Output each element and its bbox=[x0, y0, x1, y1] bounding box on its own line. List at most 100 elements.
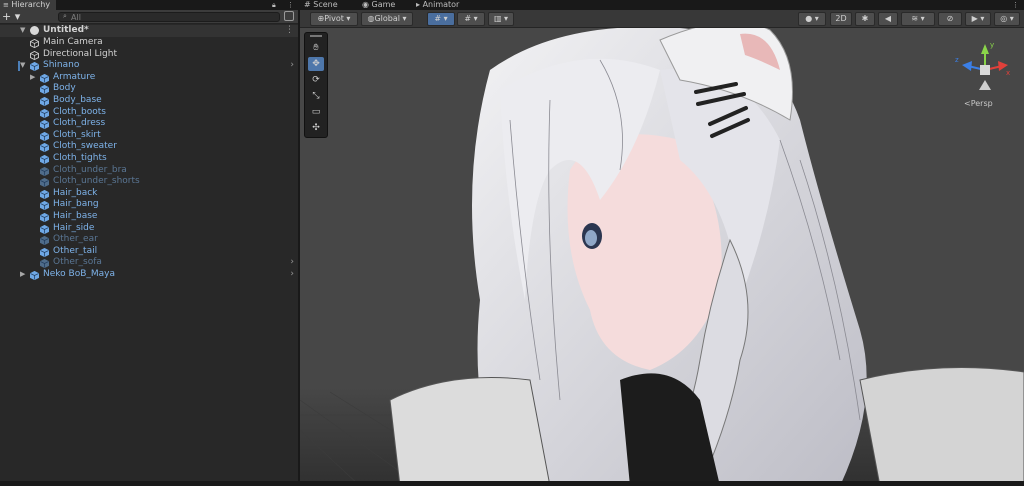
hierarchy-row[interactable]: ▶ Armature bbox=[0, 72, 298, 84]
scene-tab-bar: # Scene ◉ Game ▸ Animator ⋮ bbox=[300, 0, 1024, 10]
lightbulb-icon: ✱ bbox=[861, 14, 869, 23]
snap-increment-button[interactable]: # ▾ bbox=[457, 12, 485, 26]
eye-slash-icon: ⊘ bbox=[946, 14, 954, 23]
hierarchy-item-label: Hair_bang bbox=[53, 199, 99, 210]
hierarchy-row[interactable]: Hair_side bbox=[0, 223, 298, 235]
hierarchy-row[interactable]: ▶ Neko BoB_Maya › bbox=[0, 269, 298, 281]
gizmos-dropdown[interactable]: ◎ ▾ bbox=[994, 12, 1020, 26]
shaded-sphere-icon: ● bbox=[805, 14, 813, 23]
hierarchy-row[interactable]: ▼ Shinano › bbox=[0, 60, 298, 72]
hierarchy-item-label: Cloth_skirt bbox=[53, 129, 101, 140]
gizmo-y-cone[interactable] bbox=[981, 44, 989, 54]
grid-plane-icon: ▥ bbox=[493, 14, 502, 23]
hierarchy-row[interactable]: Cloth_tights bbox=[0, 153, 298, 165]
tab-scene[interactable]: # Scene bbox=[300, 0, 354, 10]
scale-tool-icon[interactable]: ⤡ bbox=[308, 89, 324, 103]
audio-toggle[interactable]: ◀ bbox=[878, 12, 898, 26]
hierarchy-row[interactable]: Other_sofa › bbox=[0, 257, 298, 269]
prefab-icon bbox=[40, 213, 49, 222]
hierarchy-search[interactable]: ⌕ bbox=[58, 12, 280, 22]
pivot-dropdown[interactable]: ⊕Pivot ▾ bbox=[310, 12, 358, 26]
unity-scene-icon bbox=[30, 26, 39, 35]
scene-toolbar: ⊕Pivot ▾ ◍Global ▾ # ▾ # ▾ ▥ ▾ ● ▾ 2D ✱ … bbox=[300, 10, 1024, 28]
scene-visibility-icon[interactable] bbox=[284, 11, 294, 21]
scene-menu-icon[interactable]: ⋮ bbox=[285, 25, 294, 37]
hierarchy-row[interactable]: Hair_base bbox=[0, 211, 298, 223]
hierarchy-row[interactable]: Cloth_under_shorts bbox=[0, 176, 298, 188]
hierarchy-row[interactable]: Cloth_under_bra bbox=[0, 165, 298, 177]
prefab-icon bbox=[40, 224, 49, 234]
rect-tool-icon[interactable]: ▭ bbox=[308, 105, 324, 119]
scene-view[interactable]: # Scene ◉ Game ▸ Animator ⋮ ⊕Pivot ▾ ◍Gl… bbox=[300, 0, 1024, 486]
rotate-tool-icon[interactable]: ⟳ bbox=[308, 73, 324, 87]
lighting-toggle[interactable]: ✱ bbox=[855, 12, 875, 26]
hierarchy-row[interactable]: Hair_back bbox=[0, 188, 298, 200]
hierarchy-row[interactable]: Directional Light bbox=[0, 49, 298, 61]
effects-dropdown[interactable]: ≋ ▾ bbox=[901, 12, 935, 26]
tab-hierarchy[interactable]: ≡ Hierarchy bbox=[0, 0, 57, 10]
projection-toggle[interactable]: <Persp bbox=[964, 99, 993, 108]
hierarchy-item-label: Neko BoB_Maya bbox=[43, 269, 116, 279]
hierarchy-row[interactable]: Body_base bbox=[0, 95, 298, 107]
prefab-icon bbox=[40, 236, 49, 246]
hierarchy-row[interactable]: Other_ear bbox=[0, 234, 298, 246]
hierarchy-row[interactable]: Hair_bang bbox=[0, 199, 298, 211]
search-input[interactable] bbox=[71, 13, 271, 21]
expand-arrow-icon[interactable]: ▶ bbox=[30, 72, 35, 84]
lock-icon[interactable]: 🔒︎ bbox=[272, 0, 276, 10]
hierarchy-row[interactable]: Body bbox=[0, 83, 298, 95]
hierarchy-row[interactable]: Cloth_boots bbox=[0, 107, 298, 119]
grid-visibility-button[interactable]: ▥ ▾ bbox=[488, 12, 514, 26]
prefab-open-arrow-icon[interactable]: › bbox=[290, 257, 294, 269]
gizmo-z-cone[interactable] bbox=[962, 61, 972, 71]
hierarchy-item-label: Body_base bbox=[53, 95, 102, 105]
toggle-2d-button[interactable]: 2D bbox=[830, 12, 852, 26]
prefab-open-arrow-icon[interactable]: › bbox=[290, 269, 294, 281]
gameobject-icon bbox=[30, 50, 39, 60]
tab-animator[interactable]: ▸ Animator bbox=[412, 0, 482, 10]
hidden-objects-toggle[interactable]: ⊘ bbox=[938, 12, 962, 26]
move-tool-icon[interactable]: ✥ bbox=[308, 57, 324, 71]
hierarchy-item-label: Directional Light bbox=[43, 48, 117, 59]
hierarchy-item-label: Other_tail bbox=[53, 245, 98, 256]
hierarchy-item-label: Cloth_dress bbox=[53, 118, 106, 129]
hierarchy-row[interactable]: Main Camera bbox=[0, 37, 298, 49]
hierarchy-item-label: Cloth_tights bbox=[53, 153, 107, 163]
tab-animator-label: Animator bbox=[422, 0, 460, 9]
prefab-icon bbox=[40, 178, 49, 188]
global-dropdown[interactable]: ◍Global ▾ bbox=[361, 12, 413, 26]
hierarchy-item-label: Cloth_under_shorts bbox=[53, 176, 140, 187]
hierarchy-tab-icon: ≡ bbox=[3, 1, 9, 9]
hierarchy-panel: ≡ Hierarchy 🔒︎ ⋮ + ▾ ⌕ ▼ Untitled* ⋮ Mai… bbox=[0, 0, 298, 486]
transform-tool-icon[interactable]: ✣ bbox=[308, 121, 324, 135]
palette-handle[interactable] bbox=[310, 35, 322, 37]
hierarchy-item-label: Cloth_boots bbox=[53, 106, 106, 117]
panel-menu-icon[interactable]: ⋮ bbox=[287, 0, 294, 10]
camera-settings-dropdown[interactable]: ▶ ▾ bbox=[965, 12, 991, 26]
collapse-arrow-icon[interactable]: ▼ bbox=[20, 60, 25, 72]
scene-root-row[interactable]: ▼ Untitled* ⋮ bbox=[0, 25, 298, 37]
tab-game[interactable]: ◉ Game bbox=[358, 0, 412, 10]
draw-mode-dropdown[interactable]: ● ▾ bbox=[798, 12, 826, 26]
scene-panel-menu-icon[interactable]: ⋮ bbox=[1012, 0, 1019, 10]
gizmos-icon: ◎ bbox=[1000, 14, 1008, 23]
prefab-icon bbox=[40, 73, 49, 83]
expand-arrow-icon[interactable]: ▼ bbox=[20, 25, 25, 37]
hierarchy-row[interactable]: Cloth_skirt bbox=[0, 130, 298, 142]
gizmo-center-cube[interactable] bbox=[980, 65, 990, 75]
hand-tool-icon[interactable]: ✋︎ bbox=[308, 41, 324, 55]
prefab-open-arrow-icon[interactable]: › bbox=[290, 60, 294, 72]
prefab-icon bbox=[40, 201, 49, 211]
grid-snap-button[interactable]: # ▾ bbox=[427, 12, 455, 26]
prefab-icon bbox=[40, 131, 49, 141]
hierarchy-item-label: Shinano bbox=[43, 60, 80, 71]
add-object-button[interactable]: + ▾ bbox=[2, 10, 20, 24]
camera-icon: ▶ bbox=[971, 14, 978, 23]
hierarchy-row[interactable]: Cloth_sweater bbox=[0, 141, 298, 153]
gizmo-neg-y-cone[interactable] bbox=[979, 80, 991, 90]
game-tab-icon: ◉ bbox=[362, 0, 369, 9]
hierarchy-row[interactable]: Cloth_dress bbox=[0, 118, 298, 130]
hierarchy-item-label: Armature bbox=[53, 71, 96, 82]
hierarchy-row[interactable]: Other_tail bbox=[0, 246, 298, 258]
expand-arrow-icon[interactable]: ▶ bbox=[20, 269, 25, 281]
